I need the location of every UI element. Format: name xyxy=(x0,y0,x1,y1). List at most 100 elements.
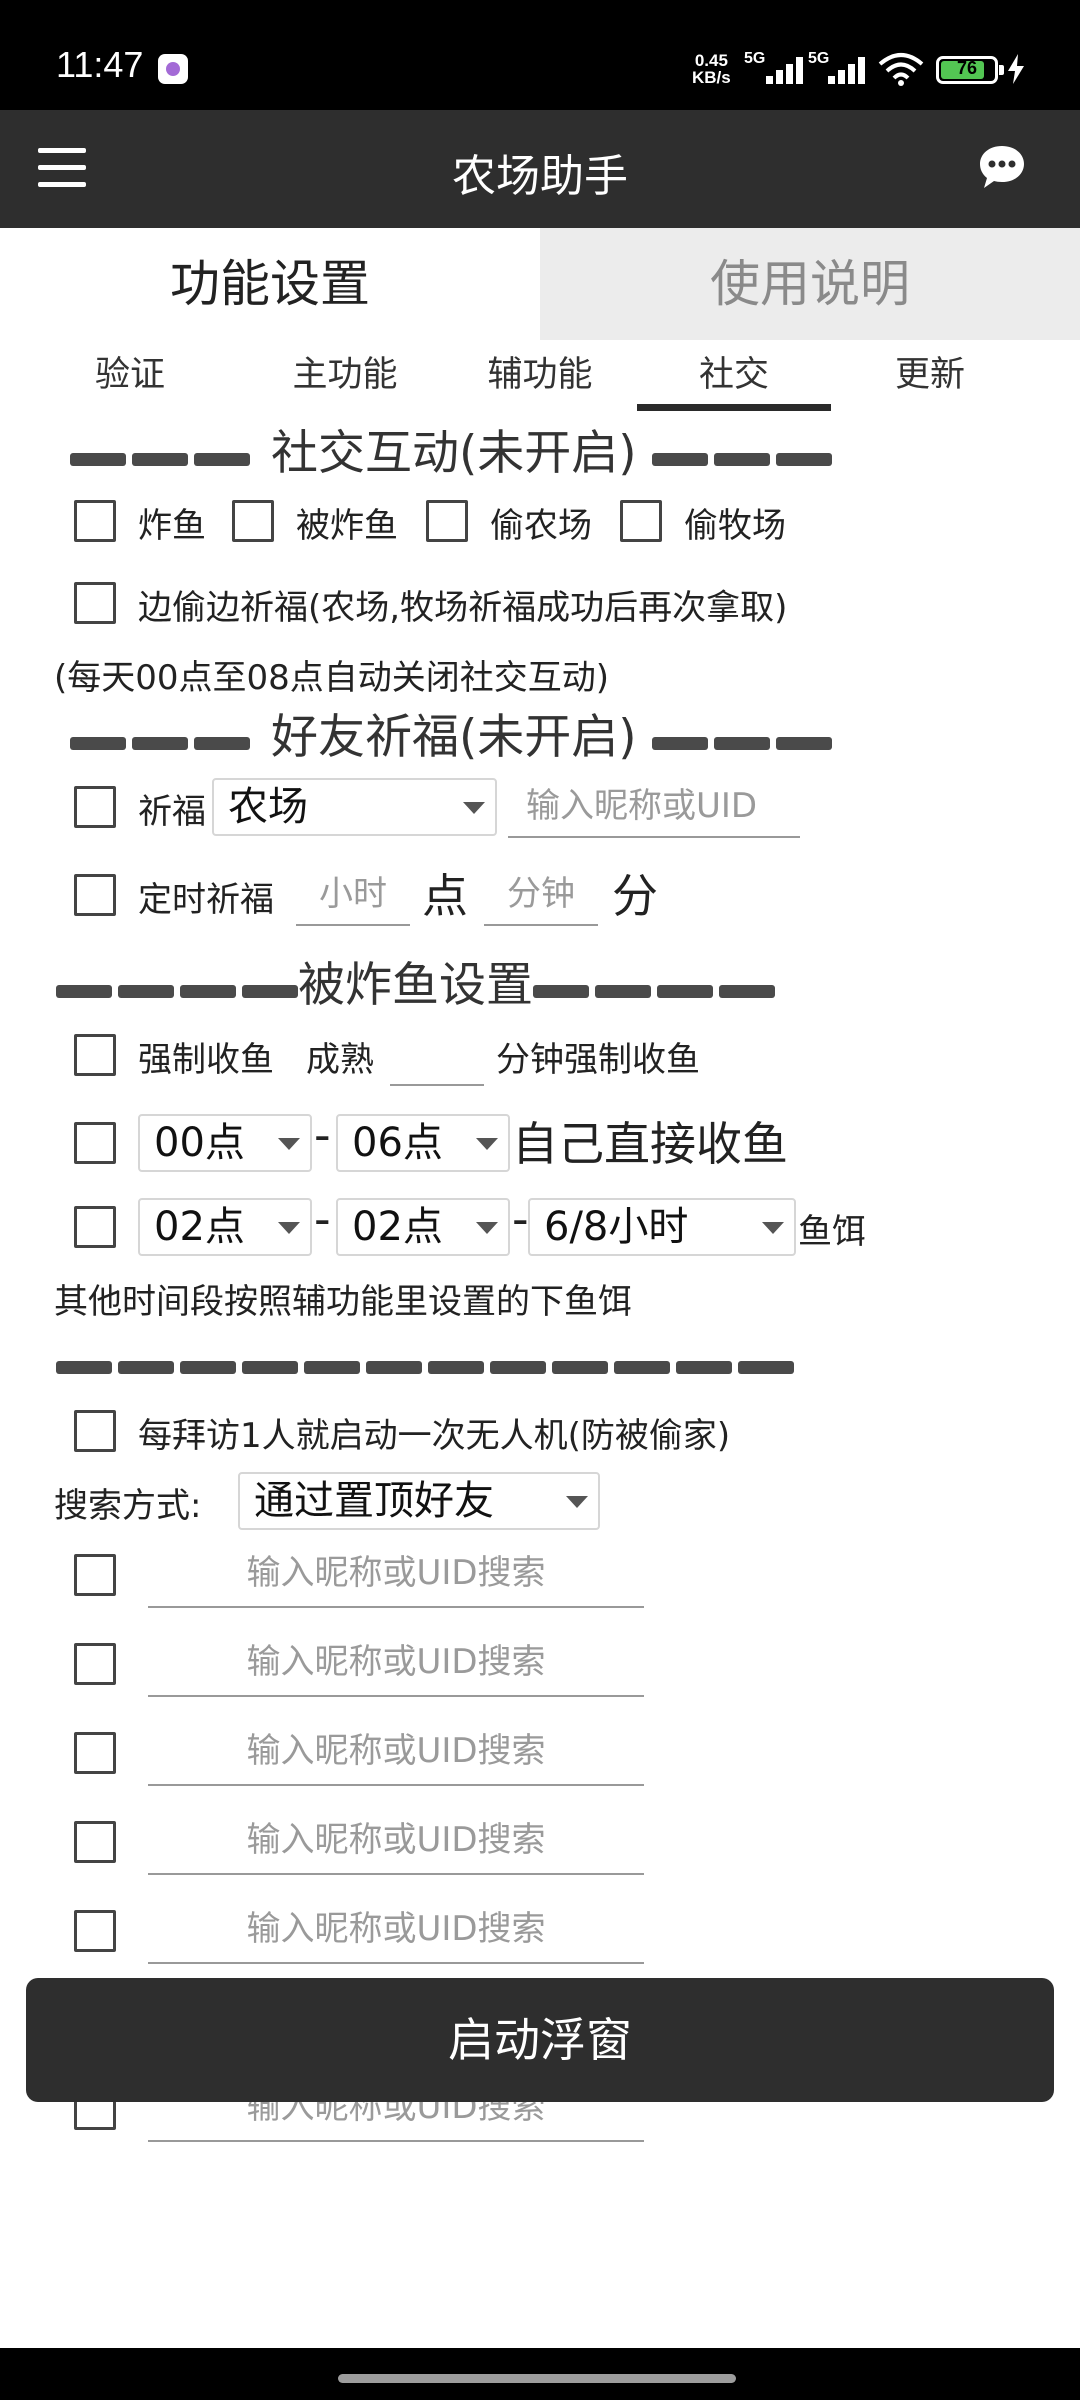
section-divider xyxy=(56,1334,800,1392)
search-row-checkbox[interactable] xyxy=(74,1643,116,1685)
drone-label: 每拜访1人就启动一次无人机(防被偷家) xyxy=(138,1416,731,1456)
bait-suffix: 鱼饵 xyxy=(798,1212,866,1252)
top-tabs: 功能设置 使用说明 xyxy=(0,228,1080,340)
range2-start-value: 02点 xyxy=(154,1204,245,1250)
chat-icon[interactable] xyxy=(978,144,1026,190)
chevron-down-icon xyxy=(278,1222,300,1234)
range2-separator: - xyxy=(314,1192,331,1246)
force-collect-suffix: 分钟强制收鱼 xyxy=(496,1040,700,1080)
chevron-down-icon xyxy=(476,1138,498,1150)
bombed-note: 其他时间段按照辅功能里设置的下鱼饵 xyxy=(54,1282,632,1322)
subtab-main[interactable]: 主功能 xyxy=(255,346,435,397)
chevron-down-icon xyxy=(476,1222,498,1234)
range2-start-select[interactable]: 02点 xyxy=(138,1198,312,1256)
net-speed-value: 0.45 xyxy=(694,51,728,70)
bless-nickname-input[interactable] xyxy=(508,776,800,838)
battery-icon: 76 xyxy=(936,56,1004,84)
search-row-checkbox[interactable] xyxy=(74,1910,116,1952)
sim1-label: 5G xyxy=(744,50,766,67)
steal-ranch-checkbox[interactable] xyxy=(620,500,662,542)
search-method-select[interactable]: 通过置顶好友 xyxy=(238,1472,600,1530)
app-bar: 农场助手 xyxy=(0,110,1080,228)
minute-unit: 分 xyxy=(612,869,658,923)
charging-icon xyxy=(1008,54,1024,84)
direct-collect-label: 自己直接收鱼 xyxy=(512,1117,788,1171)
net-speed: 0.45 KB/s xyxy=(692,52,731,86)
bait-range-checkbox[interactable] xyxy=(74,1206,116,1248)
bless-target-value: 农场 xyxy=(228,784,308,830)
subtab-aux[interactable]: 辅功能 xyxy=(450,346,630,397)
bait-select[interactable]: 6/8小时 xyxy=(528,1198,796,1256)
net-speed-unit: KB/s xyxy=(692,68,731,87)
bombed-section-header: 被炸鱼设置 xyxy=(56,946,781,1016)
social-section-header: 社交互动(未开启) xyxy=(70,414,838,484)
search-method-label: 搜索方式: xyxy=(54,1486,202,1526)
steal-farm-checkbox[interactable] xyxy=(426,500,468,542)
bless-section-title: 好友祈福(未开启) xyxy=(270,710,637,765)
ripe-minutes-input[interactable] xyxy=(390,1024,484,1086)
direct-collect-checkbox[interactable] xyxy=(74,1122,116,1164)
range1-start-value: 00点 xyxy=(154,1120,245,1166)
subtab-social[interactable]: 社交 xyxy=(644,346,824,397)
bombed-section-title: 被炸鱼设置 xyxy=(298,958,533,1013)
bless-while-steal-label: 边偷边祈福(农场,牧场祈福成功后再次拿取) xyxy=(138,588,788,628)
bless-minute-input[interactable] xyxy=(484,864,598,926)
fish-bomb-label: 炸鱼 xyxy=(138,506,206,546)
range1-start-select[interactable]: 00点 xyxy=(138,1114,312,1172)
force-collect-checkbox[interactable] xyxy=(74,1034,116,1076)
drone-checkbox[interactable] xyxy=(74,1410,116,1452)
bless-section-header: 好友祈福(未开启) xyxy=(70,698,838,768)
start-float-window-button[interactable]: 启动浮窗 xyxy=(26,1978,1054,2102)
home-gesture-handle[interactable] xyxy=(338,2374,736,2383)
subtab-update[interactable]: 更新 xyxy=(840,346,1020,397)
search-input[interactable] xyxy=(148,1807,644,1875)
social-note: (每天00点至08点自动关闭社交互动) xyxy=(54,658,610,698)
gesture-navigation-bar xyxy=(0,2348,1080,2400)
fish-bomb-checkbox[interactable] xyxy=(74,500,116,542)
tab-instructions[interactable]: 使用说明 xyxy=(540,228,1080,340)
signal-icon xyxy=(828,56,874,84)
chevron-down-icon xyxy=(278,1138,300,1150)
search-row-checkbox[interactable] xyxy=(74,1821,116,1863)
range2-end-value: 02点 xyxy=(352,1204,443,1250)
ripe-label: 成熟 xyxy=(306,1040,374,1080)
timed-bless-checkbox[interactable] xyxy=(74,874,116,916)
steal-ranch-label: 偷牧场 xyxy=(684,506,786,546)
bless-target-select[interactable]: 农场 xyxy=(212,778,497,836)
tab-function-settings[interactable]: 功能设置 xyxy=(0,228,540,340)
steal-farm-label: 偷农场 xyxy=(490,506,592,546)
range1-separator: - xyxy=(314,1108,331,1162)
bombed-checkbox[interactable] xyxy=(232,500,274,542)
force-collect-label: 强制收鱼 xyxy=(138,1040,274,1080)
range1-end-select[interactable]: 06点 xyxy=(336,1114,510,1172)
chevron-down-icon xyxy=(762,1222,784,1234)
social-section-title: 社交互动(未开启) xyxy=(270,426,637,481)
chevron-down-icon xyxy=(463,802,485,814)
search-row-checkbox[interactable] xyxy=(74,1554,116,1596)
search-input[interactable] xyxy=(148,1718,644,1786)
search-input[interactable] xyxy=(148,1629,644,1697)
status-bar: 11:47 0.45 KB/s 5G 5G 76 xyxy=(0,0,1080,110)
subtab-indicator xyxy=(637,404,831,411)
bait-value: 6/8小时 xyxy=(544,1204,689,1250)
battery-level: 76 xyxy=(956,58,978,78)
wifi-icon xyxy=(878,53,924,86)
search-input[interactable] xyxy=(148,1540,644,1608)
bless-label: 祈福 xyxy=(138,792,206,832)
sim2-label: 5G xyxy=(808,50,830,67)
timed-bless-label: 定时祈福 xyxy=(138,880,274,920)
subtab-verify[interactable]: 验证 xyxy=(40,346,220,397)
search-method-value: 通过置顶好友 xyxy=(254,1478,494,1524)
bait-separator: - xyxy=(512,1192,529,1246)
range2-end-select[interactable]: 02点 xyxy=(336,1198,510,1256)
status-time: 11:47 xyxy=(56,44,144,85)
range1-end-value: 06点 xyxy=(352,1120,443,1166)
bless-while-steal-checkbox[interactable] xyxy=(74,582,116,624)
bless-hour-input[interactable] xyxy=(296,864,410,926)
app-title: 农场助手 xyxy=(452,151,628,202)
hour-unit: 点 xyxy=(422,869,468,923)
bombed-label: 被炸鱼 xyxy=(296,506,398,546)
bless-checkbox[interactable] xyxy=(74,786,116,828)
search-input[interactable] xyxy=(148,1896,644,1964)
search-row-checkbox[interactable] xyxy=(74,1732,116,1774)
